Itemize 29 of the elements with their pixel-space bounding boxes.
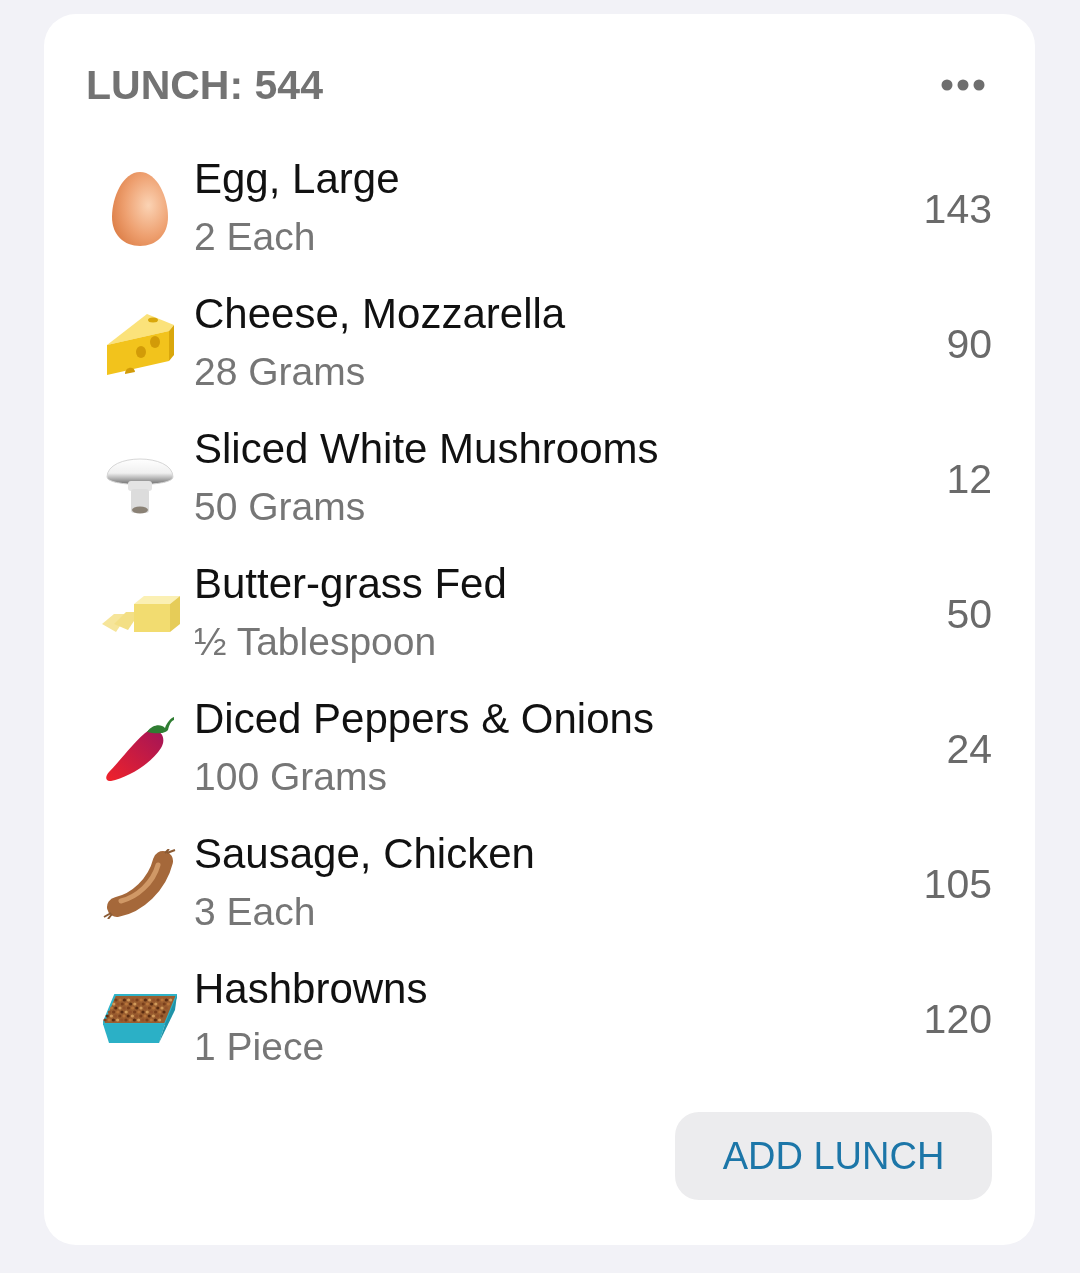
calorie-count: 90	[946, 319, 992, 369]
food-name: Egg, Large	[194, 153, 400, 204]
meal-title: LUNCH: 544	[86, 64, 323, 106]
food-name: Butter-grass Fed	[194, 558, 507, 609]
food-amount: 1 Piece	[194, 1023, 325, 1070]
calorie-count: 50	[946, 589, 992, 639]
food-amount: 2 Each	[194, 213, 316, 260]
calorie-count: 143	[923, 184, 992, 234]
add-lunch-button[interactable]: ADD LUNCH	[675, 1112, 992, 1200]
hashbrown-tray-icon	[103, 993, 177, 1044]
more-icon[interactable]	[941, 79, 985, 91]
sausage-icon	[103, 848, 177, 919]
chili-pepper-icon	[105, 715, 175, 782]
food-amount: ½ Tablespoon	[194, 618, 437, 665]
food-amount: 50 Grams	[194, 483, 366, 530]
food-name: Sliced White Mushrooms	[194, 423, 659, 474]
food-amount: 3 Each	[194, 888, 316, 935]
egg-icon	[111, 170, 169, 247]
calorie-count: 105	[923, 859, 992, 909]
food-amount: 28 Grams	[194, 348, 366, 395]
food-name: Cheese, Mozzarella	[194, 288, 566, 339]
calorie-count: 24	[946, 724, 992, 774]
butter-icon	[100, 593, 180, 634]
food-name: Sausage, Chicken	[194, 828, 535, 879]
calorie-count: 12	[946, 454, 992, 504]
food-name: Hashbrowns	[194, 963, 428, 1014]
calorie-count: 120	[923, 994, 992, 1044]
food-amount: 100 Grams	[194, 753, 387, 800]
food-name: Diced Peppers & Onions	[194, 693, 654, 744]
